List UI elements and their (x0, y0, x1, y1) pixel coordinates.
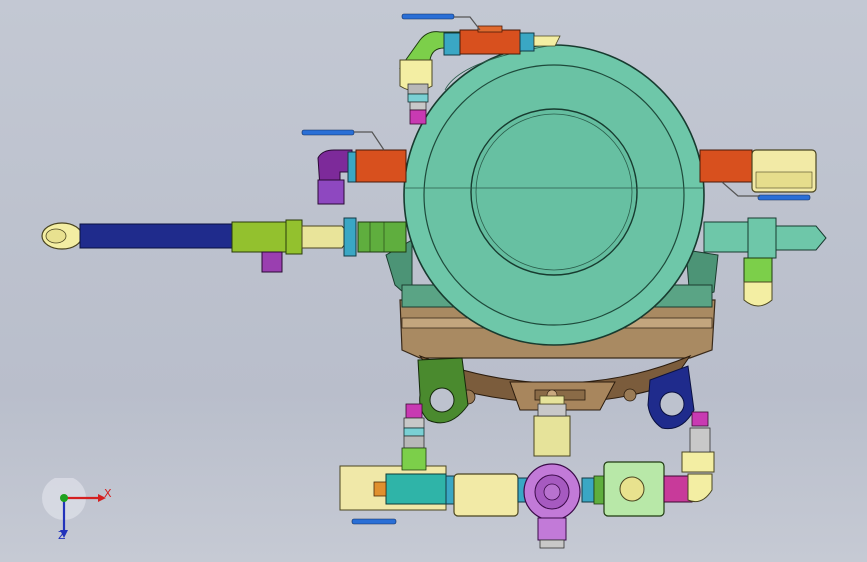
right-valve-assembly[interactable] (699, 149, 817, 201)
cad-model-view[interactable] (0, 0, 867, 562)
left-pipe-assembly[interactable] (41, 217, 407, 273)
main-drum[interactable] (403, 44, 705, 346)
z-axis-label: Z (58, 529, 66, 542)
left-bracket (417, 357, 469, 424)
left-valve-assembly[interactable] (301, 129, 407, 205)
cad-viewport[interactable]: X Z (0, 0, 867, 562)
y-axis-dot (60, 494, 68, 502)
right-pipe-assembly[interactable] (703, 217, 827, 307)
x-axis-label: X (104, 487, 112, 500)
